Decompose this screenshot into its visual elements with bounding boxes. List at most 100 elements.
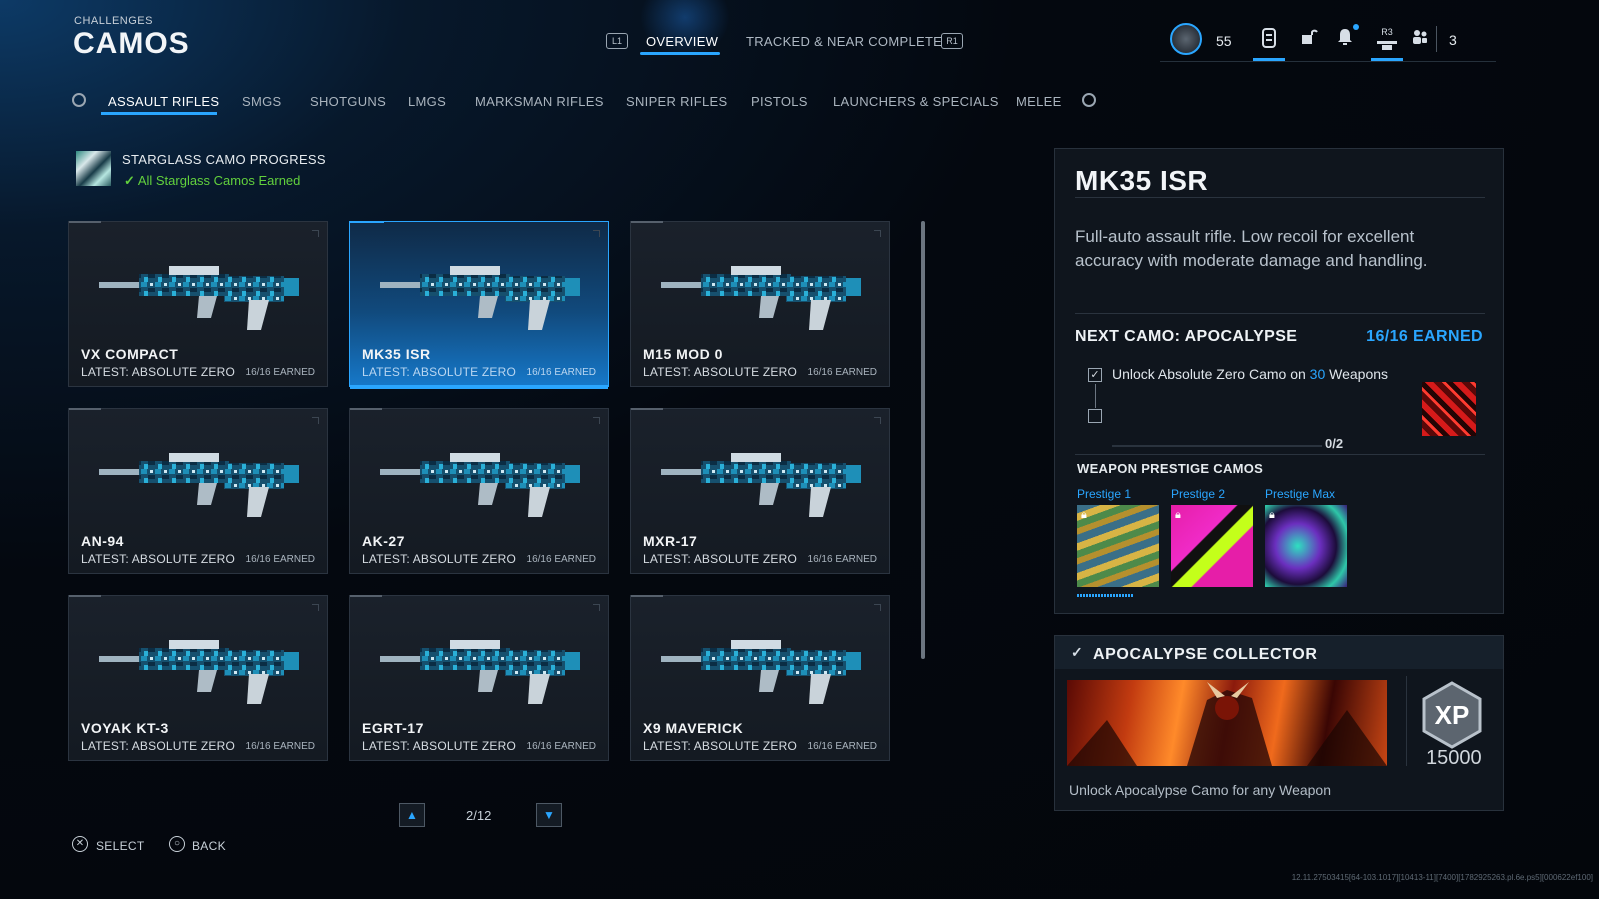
cat-pistols[interactable]: PISTOLS [751, 94, 808, 109]
cat-underline [101, 112, 217, 115]
prestige-1-camo[interactable]: 🔒︎ [1077, 505, 1159, 587]
checkmark-icon: ✓ [124, 173, 135, 188]
weapon-card-an-94[interactable]: AN-94 LATEST: ABSOLUTE ZERO 16/16 EARNED [68, 408, 328, 574]
card-corner [874, 604, 881, 611]
prestige-progress-bar [1077, 594, 1133, 597]
weapon-card-mxr-17[interactable]: MXR-17 LATEST: ABSOLUTE ZERO 16/16 EARNE… [630, 408, 890, 574]
prestige-2-camo[interactable]: 🔒︎ [1171, 505, 1253, 587]
weapon-image [99, 266, 299, 330]
card-topline [350, 595, 382, 597]
tab-glow [640, 0, 730, 58]
weapon-name: MXR-17 [643, 533, 698, 549]
weapon-image [380, 640, 580, 704]
collector-panel[interactable]: ✓ APOCALYPSE COLLECTOR XP 15000 Unlock A… [1054, 635, 1504, 811]
detail-title: MK35 ISR [1075, 165, 1209, 196]
cat-smgs[interactable]: SMGS [242, 94, 281, 109]
page-down-button[interactable]: ▼ [536, 803, 562, 827]
card-corner [593, 604, 600, 611]
challenge-progress-track [1112, 445, 1322, 447]
weapon-latest-camo: LATEST: ABSOLUTE ZERO [643, 365, 798, 379]
cat-lmgs[interactable]: LMGS [408, 94, 446, 109]
challenge-text-post: Weapons [1325, 366, 1389, 382]
weapon-name: VX COMPACT [81, 346, 179, 362]
tab-overview[interactable]: OVERVIEW [646, 34, 718, 49]
r2-bumper-icon[interactable] [1082, 93, 1096, 107]
r3-label: R3 [1381, 27, 1393, 37]
starglass-progress-title: STARGLASS CAMO PROGRESS [122, 152, 326, 167]
tab-overview-underline [640, 52, 720, 55]
weapon-earned: 16/16 EARNED [526, 741, 596, 752]
card-topline [350, 408, 382, 410]
weapon-card-m15-mod-0[interactable]: M15 MOD 0 LATEST: ABSOLUTE ZERO 16/16 EA… [630, 221, 890, 387]
cross-button-icon: ✕ [72, 836, 88, 852]
cat-shotguns[interactable]: SHOTGUNS [310, 94, 386, 109]
weapon-card-mk35-isr[interactable]: MK35 ISR LATEST: ABSOLUTE ZERO 16/16 EAR… [349, 221, 609, 389]
notification-bell-icon[interactable] [1334, 28, 1356, 50]
page-up-button[interactable]: ▲ [399, 803, 425, 827]
challenge-checkbox-checked: ✓ [1088, 368, 1102, 382]
weapon-card-vx-compact[interactable]: VX COMPACT LATEST: ABSOLUTE ZERO 16/16 E… [68, 221, 328, 387]
weapon-name: AN-94 [81, 533, 124, 549]
challenge-text-pre: Unlock Absolute Zero Camo on [1112, 366, 1310, 382]
cat-marksman-rifles[interactable]: MARKSMAN RIFLES [475, 94, 604, 109]
collector-description: Unlock Apocalypse Camo for any Weapon [1069, 782, 1331, 798]
card-topline [69, 408, 101, 410]
weapon-card-x9-maverick[interactable]: X9 MAVERICK LATEST: ABSOLUTE ZERO 16/16 … [630, 595, 890, 761]
weapon-earned: 16/16 EARNED [245, 741, 315, 752]
weapon-image [380, 453, 580, 517]
collector-divider [1406, 676, 1407, 766]
tab-tracked-near-complete[interactable]: TRACKED & NEAR COMPLETE [746, 34, 942, 49]
weapon-card-egrt-17[interactable]: EGRT-17 LATEST: ABSOLUTE ZERO 16/16 EARN… [349, 595, 609, 761]
weapon-image [661, 640, 861, 704]
lock-icon: 🔒︎ [1081, 509, 1087, 521]
prestige-max-camo[interactable]: 🔒︎ [1265, 505, 1347, 587]
weapon-latest-camo: LATEST: ABSOLUTE ZERO [81, 552, 236, 566]
starglass-progress-status: ✓ All Starglass Camos Earned [124, 173, 300, 189]
weapon-image [661, 266, 861, 330]
l1-bumper-icon[interactable]: L1 [606, 33, 628, 49]
store-icon[interactable] [1298, 28, 1320, 50]
weapon-name: EGRT-17 [362, 720, 424, 736]
challenge-checkbox-empty [1088, 409, 1102, 423]
card-topline [69, 221, 101, 223]
detail-divider-3 [1075, 454, 1485, 455]
weapon-name: X9 MAVERICK [643, 720, 744, 736]
cat-sniper-rifles[interactable]: SNIPER RIFLES [626, 94, 727, 109]
grid-scrollbar[interactable] [921, 221, 925, 659]
xp-badge-icon: XP [1422, 681, 1482, 749]
weapon-image [99, 453, 299, 517]
page-title: CAMOS [73, 27, 190, 60]
weapon-latest-camo: LATEST: ABSOLUTE ZERO [643, 739, 798, 753]
apocalypse-camo-swatch [1422, 382, 1476, 436]
cat-launchers-specials[interactable]: LAUNCHERS & SPECIALS [833, 94, 999, 109]
party-icon[interactable] [1409, 28, 1431, 50]
notification-dot [1353, 24, 1359, 30]
weapon-card-voyak-kt-3[interactable]: VOYAK KT-3 LATEST: ABSOLUTE ZERO 16/16 E… [68, 595, 328, 761]
weapon-card-ak-27[interactable]: AK-27 LATEST: ABSOLUTE ZERO 16/16 EARNED [349, 408, 609, 574]
weapon-earned: 16/16 EARNED [526, 367, 596, 378]
challenge-count: 30 [1309, 366, 1326, 382]
cat-melee[interactable]: MELEE [1016, 94, 1062, 109]
battlepass-icon[interactable] [1258, 28, 1280, 50]
challenge-connector [1095, 384, 1096, 408]
detail-divider [1075, 197, 1485, 198]
card-topline [69, 595, 101, 597]
weapon-latest-camo: LATEST: ABSOLUTE ZERO [81, 365, 236, 379]
weapon-latest-camo: LATEST: ABSOLUTE ZERO [362, 365, 517, 379]
weapon-earned: 16/16 EARNED [807, 367, 877, 378]
r1-bumper-icon[interactable]: R1 [941, 33, 963, 49]
player-rank-icon[interactable] [1170, 23, 1202, 55]
l2-bumper-icon[interactable] [72, 93, 86, 107]
challenge-progress: 0/2 [1325, 436, 1344, 451]
weapon-earned: 16/16 EARNED [807, 741, 877, 752]
cat-assault-rifles[interactable]: ASSAULT RIFLES [108, 94, 219, 109]
social-icon[interactable] [1376, 38, 1398, 50]
back-prompt[interactable]: BACK [192, 839, 226, 853]
prestige-max-label: Prestige Max [1265, 487, 1336, 501]
party-count: 3 [1449, 32, 1457, 48]
camo-earned-count: 16/16 EARNED [1366, 328, 1483, 345]
card-corner [593, 230, 600, 237]
weapon-latest-camo: LATEST: ABSOLUTE ZERO [643, 552, 798, 566]
select-prompt[interactable]: SELECT [96, 839, 144, 853]
collector-reward-image [1067, 680, 1387, 766]
